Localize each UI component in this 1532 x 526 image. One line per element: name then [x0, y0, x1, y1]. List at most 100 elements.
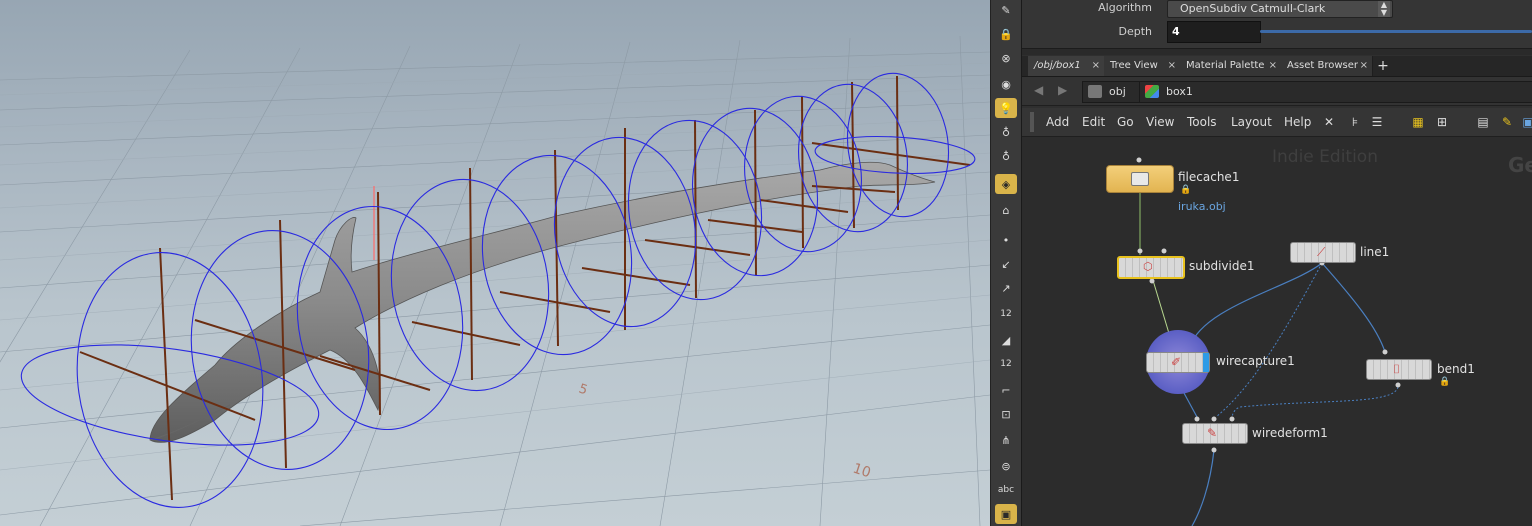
- display-options-icon[interactable]: ◈: [995, 174, 1017, 194]
- pane-tabs: /obj/box1 × Tree View × Material Palette × …: [1022, 56, 1532, 77]
- path-bar: ◀ ▶ obj box1: [1022, 77, 1532, 106]
- lock-icon: 🔒: [1439, 377, 1451, 387]
- close-icon[interactable]: ×: [1092, 56, 1100, 76]
- breadcrumb-obj[interactable]: obj: [1082, 81, 1140, 103]
- tab-material-palette[interactable]: Material Palette ×: [1180, 56, 1282, 76]
- viewport-scene: 5 10: [0, 35, 990, 526]
- algorithm-label: Algorithm: [1098, 1, 1152, 14]
- menu-add[interactable]: Add: [1046, 108, 1069, 136]
- tab-material-palette-label: Material Palette: [1186, 60, 1265, 71]
- image-icon[interactable]: ▣: [1521, 115, 1532, 129]
- menu-handle: [1030, 112, 1034, 132]
- object-icon: [1145, 85, 1159, 98]
- 3d-viewport[interactable]: 5 10: [0, 0, 990, 526]
- breadcrumb-box1[interactable]: box1: [1140, 81, 1532, 103]
- forward-arrow-icon[interactable]: ▶: [1058, 83, 1067, 97]
- network-editor[interactable]: Indie Edition Ge filecache1 🔒 iruka.obj …: [1022, 137, 1532, 526]
- menu-tools[interactable]: Tools: [1187, 108, 1217, 136]
- node-wires: [1136, 157, 1401, 526]
- viewport-toolbar: ✎ 🔒 ⊗ ◉ 💡 ♁ ♁ ◈ ⌂ • ↙ ↗ 12 ◢ 12 ⌐ ⊡ ⋔ ⊜ …: [990, 0, 1022, 526]
- network-icon: [1088, 85, 1102, 98]
- grid-label-5: 5: [577, 382, 590, 399]
- right-panel: Algorithm OpenSubdiv Catmull-Clark ▲ ▼ De…: [1022, 0, 1532, 526]
- tab-network[interactable]: /obj/box1 ×: [1028, 56, 1105, 76]
- wrench-icon[interactable]: ✕: [1322, 115, 1336, 129]
- bend-node[interactable]: ⌷: [1366, 359, 1432, 380]
- wiredeform-icon: ✎: [1207, 426, 1218, 440]
- tab-asset-browser[interactable]: Asset Browser ×: [1281, 56, 1373, 76]
- point-display-icon[interactable]: •: [995, 230, 1017, 250]
- tree-layout-icon[interactable]: ⊧: [1348, 115, 1362, 129]
- prim-display-icon[interactable]: ◢: [995, 330, 1017, 350]
- light-bulb-icon[interactable]: 💡: [995, 98, 1017, 118]
- close-icon[interactable]: ×: [1269, 56, 1277, 76]
- parameter-editor: Algorithm OpenSubdiv Catmull-Clark ▲ ▼ De…: [1022, 0, 1532, 48]
- back-arrow-icon[interactable]: ◀: [1034, 83, 1043, 97]
- line-label: line1: [1360, 245, 1390, 259]
- headlight-icon[interactable]: ♁: [995, 122, 1017, 142]
- ground-grid: [0, 35, 990, 526]
- edge-icon[interactable]: ⌐: [995, 380, 1017, 400]
- display-flag[interactable]: [1203, 353, 1209, 372]
- close-icon[interactable]: ×: [1360, 56, 1368, 76]
- pointer-icon[interactable]: ↗: [995, 278, 1017, 298]
- point-numbers-label: 12: [1000, 309, 1012, 319]
- select-mode-icon[interactable]: ✎: [995, 0, 1017, 20]
- prim-numbers-label: 12: [1000, 359, 1012, 369]
- wiredeform-label: wiredeform1: [1252, 426, 1328, 440]
- depth-label: Depth: [1118, 25, 1152, 38]
- vertex-icon[interactable]: ⊡: [995, 404, 1017, 424]
- grid-view-icon[interactable]: ⊞: [1435, 115, 1449, 129]
- file-drive-icon: [1131, 172, 1149, 186]
- menu-go[interactable]: Go: [1117, 108, 1134, 136]
- menu-view[interactable]: View: [1146, 108, 1174, 136]
- subdivide-label: subdivide1: [1189, 259, 1255, 273]
- lock-icon: 🔒: [1180, 185, 1192, 195]
- add-tab-plus-icon[interactable]: +: [1374, 56, 1392, 76]
- wirecapture-node[interactable]: ✐: [1146, 352, 1210, 373]
- ambient-light-icon[interactable]: ♁: [995, 146, 1017, 166]
- tab-tree-view-label: Tree View: [1110, 60, 1158, 71]
- filecache-node[interactable]: [1106, 165, 1174, 193]
- tab-network-label: /obj/box1: [1034, 60, 1081, 71]
- text-display-button[interactable]: abc: [995, 480, 1017, 500]
- color-palette-icon[interactable]: ▦: [1411, 115, 1425, 129]
- subdivide-icon: ⬡: [1143, 260, 1153, 273]
- wirecapture-icon: ✐: [1171, 355, 1182, 369]
- tab-asset-browser-label: Asset Browser: [1287, 60, 1359, 71]
- wire-capture-rings: [20, 72, 976, 508]
- normals-icon[interactable]: ↙: [995, 254, 1017, 274]
- sticky-note-icon[interactable]: ✎: [1500, 115, 1514, 129]
- filecache-file-label: iruka.obj: [1178, 200, 1226, 213]
- bend-icon: ⌷: [1393, 362, 1401, 376]
- text-display-label: abc: [997, 485, 1015, 495]
- ghost-icon[interactable]: ⌂: [995, 200, 1017, 220]
- depth-slider[interactable]: [1260, 30, 1532, 33]
- tab-tree-view[interactable]: Tree View ×: [1104, 56, 1181, 76]
- lock-icon[interactable]: 🔒: [995, 24, 1017, 44]
- parameters-icon[interactable]: ▤: [1476, 115, 1490, 129]
- point-numbers-button[interactable]: 12: [995, 304, 1017, 324]
- background-image-icon[interactable]: ▣: [995, 504, 1017, 524]
- menu-edit[interactable]: Edit: [1082, 108, 1105, 136]
- line-node[interactable]: ⟋: [1290, 242, 1356, 263]
- lights-icon[interactable]: ◉: [995, 74, 1017, 94]
- template-icon[interactable]: ⊜: [995, 456, 1017, 476]
- branch-icon[interactable]: ⋔: [995, 430, 1017, 450]
- close-icon[interactable]: ×: [1168, 56, 1176, 76]
- breadcrumb-box1-label: box1: [1166, 85, 1193, 98]
- algorithm-value: OpenSubdiv Catmull-Clark: [1180, 2, 1326, 15]
- depth-field[interactable]: 4: [1167, 21, 1261, 43]
- filecache-label: filecache1: [1178, 170, 1240, 184]
- network-menubar: Add Edit Go View Tools Layout Help ✕ ⊧ ☰…: [1022, 108, 1532, 137]
- pane-splitter[interactable]: [1022, 48, 1532, 55]
- list-view-icon[interactable]: ☰: [1370, 115, 1384, 129]
- prim-numbers-button[interactable]: 12: [995, 354, 1017, 374]
- ground-subgrid: [0, 62, 990, 471]
- subdivide-node[interactable]: ⬡: [1117, 256, 1185, 279]
- algorithm-select[interactable]: OpenSubdiv Catmull-Clark ▲ ▼: [1167, 0, 1393, 18]
- menu-layout[interactable]: Layout: [1231, 108, 1272, 136]
- menu-help[interactable]: Help: [1284, 108, 1311, 136]
- camera-icon[interactable]: ⊗: [995, 48, 1017, 68]
- wiredeform-node[interactable]: ✎: [1182, 423, 1248, 444]
